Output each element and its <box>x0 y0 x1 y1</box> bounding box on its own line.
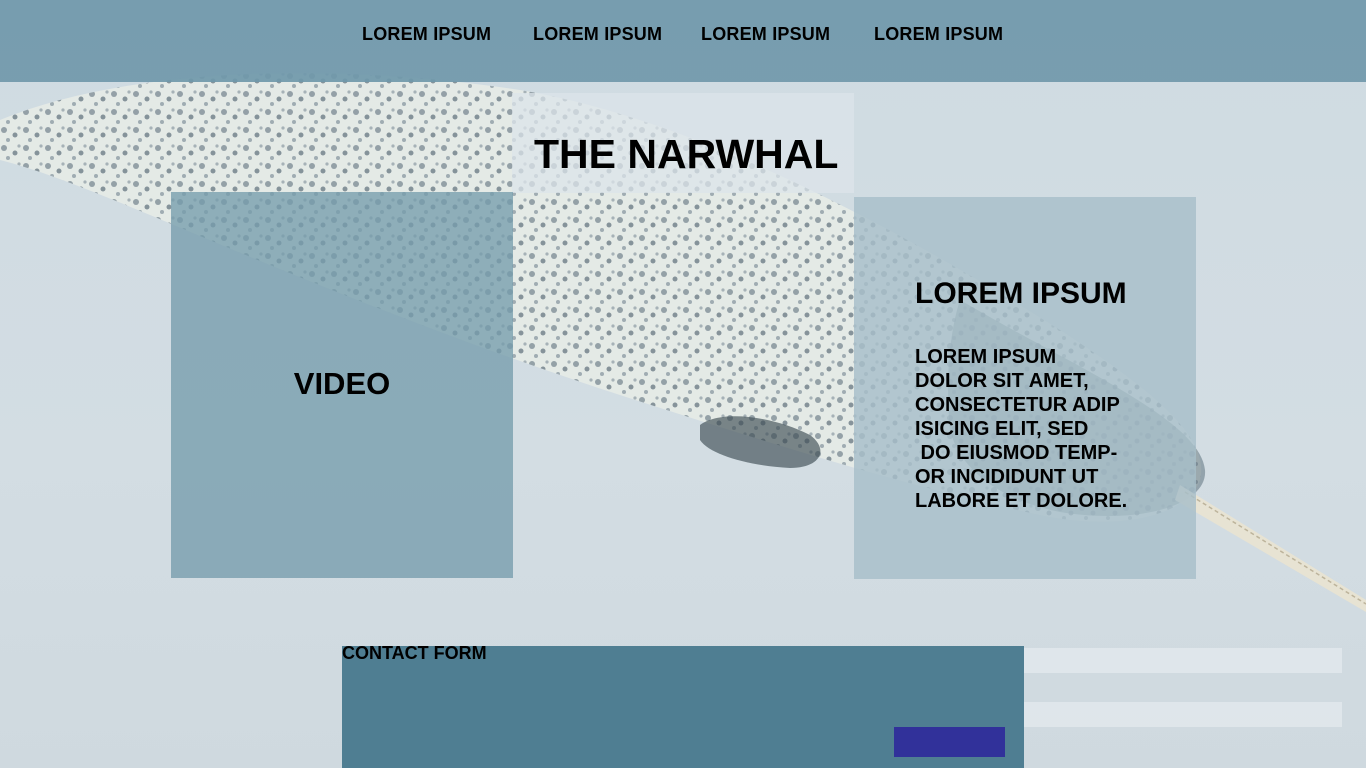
contact-field-1[interactable] <box>1024 648 1342 673</box>
contact-form-label: CONTACT FORM <box>342 643 487 663</box>
nav-item-2[interactable]: LOREM IPSUM <box>533 24 662 45</box>
info-heading: LOREM IPSUM <box>915 277 1127 310</box>
submit-button[interactable] <box>894 727 1005 757</box>
video-player[interactable]: VIDEO <box>171 192 513 578</box>
page-title: THE NARWHAL <box>534 131 839 177</box>
nav-item-3[interactable]: LOREM IPSUM <box>701 24 830 45</box>
info-body-text: LOREM IPSUM DOLOR SIT AMET, CONSECTETUR … <box>915 346 1128 512</box>
nav-item-1[interactable]: LOREM IPSUM <box>362 24 491 45</box>
title-panel: THE NARWHAL <box>512 93 854 193</box>
info-panel: LOREM IPSUM LOREM IPSUM DOLOR SIT AMET, … <box>854 197 1196 579</box>
nav-item-4[interactable]: LOREM IPSUM <box>874 24 1003 45</box>
contact-form <box>342 646 1024 768</box>
video-label: VIDEO <box>293 366 391 401</box>
contact-field-2[interactable] <box>1024 702 1342 727</box>
top-navbar: LOREM IPSUM LOREM IPSUM LOREM IPSUM LORE… <box>0 0 1366 82</box>
